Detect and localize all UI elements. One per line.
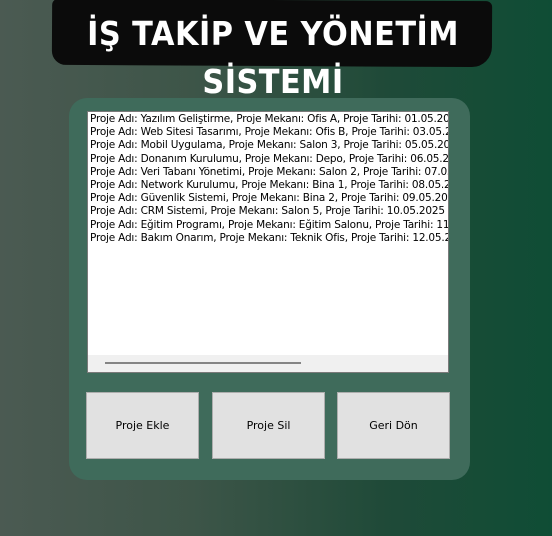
horizontal-scrollbar[interactable] xyxy=(88,355,448,372)
project-listbox[interactable]: Proje Adı: Yazılım Geliştirme, Proje Mek… xyxy=(87,111,449,373)
list-item[interactable]: Proje Adı: Network Kurulumu, Proje Mekan… xyxy=(90,179,448,192)
delete-project-button[interactable]: Proje Sil xyxy=(212,392,325,459)
list-item[interactable]: Proje Adı: Eğitim Programı, Proje Mekanı… xyxy=(90,219,448,232)
add-project-button[interactable]: Proje Ekle xyxy=(86,392,199,459)
project-list: Proje Adı: Yazılım Geliştirme, Proje Mek… xyxy=(90,113,448,245)
list-item[interactable]: Proje Adı: CRM Sistemi, Proje Mekanı: Sa… xyxy=(90,205,448,218)
page-title: İŞ TAKİP VE YÖNETİM SİSTEMİ xyxy=(87,14,459,101)
list-item[interactable]: Proje Adı: Yazılım Geliştirme, Proje Mek… xyxy=(90,113,448,126)
back-button[interactable]: Geri Dön xyxy=(337,392,450,459)
list-item[interactable]: Proje Adı: Web Sitesi Tasarımı, Proje Me… xyxy=(90,126,448,139)
list-item[interactable]: Proje Adı: Donanım Kurulumu, Proje Mekan… xyxy=(90,153,448,166)
list-item[interactable]: Proje Adı: Veri Tabanı Yönetimi, Proje M… xyxy=(90,166,448,179)
list-item[interactable]: Proje Adı: Güvenlik Sistemi, Proje Mekan… xyxy=(90,192,448,205)
scrollbar-thumb[interactable] xyxy=(105,362,301,364)
list-item[interactable]: Proje Adı: Mobil Uygulama, Proje Mekanı:… xyxy=(90,139,448,152)
list-item[interactable]: Proje Adı: Bakım Onarım, Proje Mekanı: T… xyxy=(90,232,448,245)
